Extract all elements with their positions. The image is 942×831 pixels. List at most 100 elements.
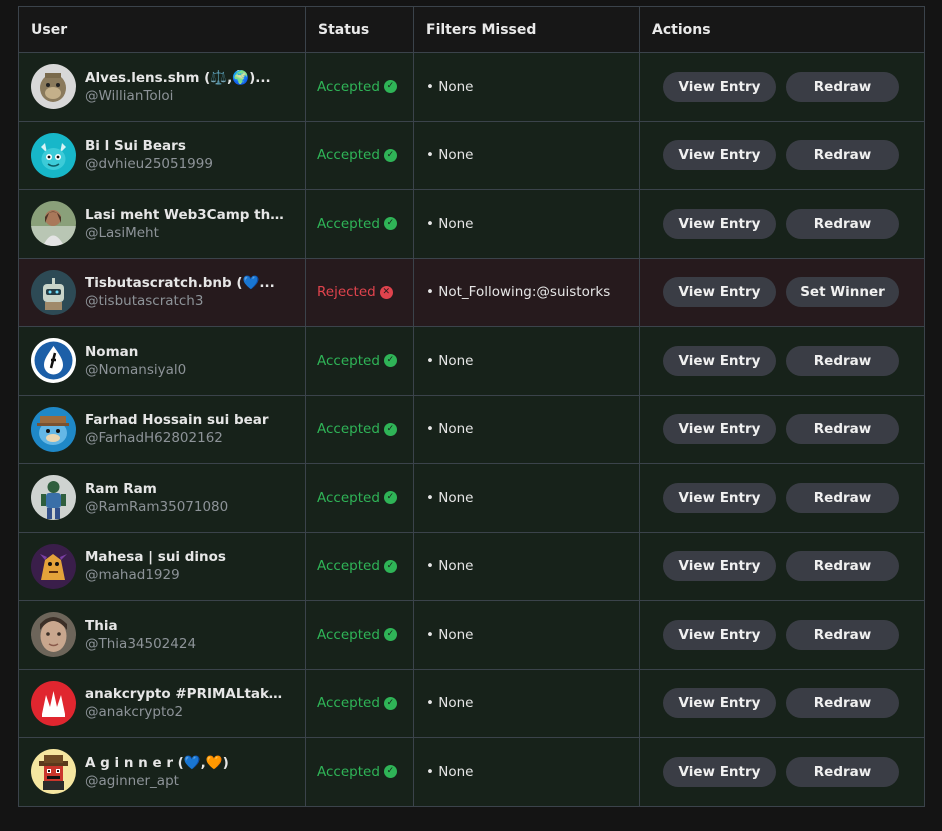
- purple-dino-avatar: [31, 544, 76, 589]
- view-entry-button[interactable]: View Entry: [663, 482, 776, 513]
- actions-cell: View Entry Redraw: [639, 737, 925, 807]
- view-entry-button[interactable]: View Entry: [663, 414, 776, 445]
- status-badge: Accepted ✓: [317, 764, 397, 780]
- status-cell: Accepted ✓: [305, 668, 414, 738]
- redraw-button[interactable]: Redraw: [786, 688, 899, 719]
- user-names: Ram Ram @RamRam35071080: [85, 480, 285, 516]
- redraw-button[interactable]: Redraw: [786, 482, 899, 513]
- check-circle-icon: ✓: [383, 148, 397, 162]
- status-badge: Accepted ✓: [317, 627, 397, 643]
- table-row: Lasi meht Web3Camp tha... @LasiMeht Acce…: [18, 189, 925, 259]
- redraw-button[interactable]: Redraw: [786, 619, 899, 650]
- user-handle: @dvhieu25051999: [85, 156, 213, 173]
- column-header-actions: Actions: [639, 6, 925, 53]
- filters-missed-cell: • None: [413, 326, 640, 396]
- photo-avatar: [31, 201, 76, 246]
- filters-missed-cell: • None: [413, 531, 640, 601]
- status-cell: Accepted ✓: [305, 600, 414, 670]
- user-cell: Lasi meht Web3Camp tha... @LasiMeht: [18, 189, 306, 259]
- view-entry-button[interactable]: View Entry: [663, 756, 776, 787]
- check-circle-icon: ✓: [383, 765, 397, 779]
- user-cell: A g i n n e r (💙,🧡) @aginner_apt: [18, 737, 306, 807]
- user-info: Farhad Hossain sui bear @FarhadH62802162: [31, 407, 305, 452]
- table-row: Bi l Sui Bears @dvhieu25051999 Accepted …: [18, 120, 925, 190]
- status-label: Accepted: [317, 421, 380, 438]
- status-label: Rejected: [317, 284, 376, 301]
- status-label: Accepted: [317, 626, 380, 643]
- red-logo-avatar: [31, 681, 76, 726]
- entries-table: User Status Filters Missed Actions Alves…: [18, 6, 925, 807]
- status-badge: Rejected ✕: [317, 284, 393, 300]
- status-cell: Accepted ✓: [305, 394, 414, 464]
- actions-cell: View Entry Redraw: [639, 463, 925, 533]
- view-entry-button[interactable]: View Entry: [663, 345, 776, 376]
- column-header-filters-missed: Filters Missed: [413, 6, 640, 53]
- blue-bear-avatar: [31, 407, 76, 452]
- status-badge: Accepted ✓: [317, 421, 397, 437]
- view-entry-button[interactable]: View Entry: [663, 208, 776, 239]
- user-names: Bi l Sui Bears @dvhieu25051999: [85, 137, 285, 173]
- filters-missed-cell: • None: [413, 463, 640, 533]
- face-avatar: [31, 612, 76, 657]
- user-cell: anakcrypto #PRIMALtake... @anakcrypto2: [18, 668, 306, 738]
- view-entry-button[interactable]: View Entry: [663, 277, 776, 308]
- status-cell: Accepted ✓: [305, 326, 414, 396]
- user-handle: @anakcrypto2: [85, 704, 184, 721]
- user-names: Alves.lens.shm (⚖️,🌍)... @WillianToloi: [85, 69, 285, 105]
- status-cell: Accepted ✓: [305, 737, 414, 807]
- filters-missed-cell: • None: [413, 189, 640, 259]
- check-circle-icon: ✓: [383, 354, 397, 368]
- table-row: Farhad Hossain sui bear @FarhadH62802162…: [18, 394, 925, 464]
- user-info: anakcrypto #PRIMALtake... @anakcrypto2: [31, 681, 305, 726]
- user-handle: @tisbutascratch3: [85, 293, 204, 310]
- set-winner-button[interactable]: Set Winner: [786, 277, 899, 308]
- table-row: Noman @Nomansiyal0 Accepted ✓ • None Vie…: [18, 326, 925, 396]
- actions-cell: View Entry Redraw: [639, 52, 925, 122]
- ape-avatar: [31, 64, 76, 109]
- view-entry-button[interactable]: View Entry: [663, 551, 776, 582]
- actions-cell: View Entry Redraw: [639, 668, 925, 738]
- user-display-name: Thia: [85, 617, 118, 634]
- column-header-user: User: [18, 6, 306, 53]
- status-badge: Accepted ✓: [317, 558, 397, 574]
- redraw-button[interactable]: Redraw: [786, 756, 899, 787]
- column-header-status: Status: [305, 6, 414, 53]
- view-entry-button[interactable]: View Entry: [663, 688, 776, 719]
- x-circle-icon: ✕: [379, 285, 393, 299]
- user-display-name: A g i n n e r (💙,🧡): [85, 754, 229, 771]
- user-handle: @mahad1929: [85, 567, 180, 584]
- user-names: Farhad Hossain sui bear @FarhadH62802162: [85, 411, 285, 447]
- redraw-button[interactable]: Redraw: [786, 345, 899, 376]
- check-circle-icon: ✓: [383, 491, 397, 505]
- redraw-button[interactable]: Redraw: [786, 71, 899, 102]
- view-entry-button[interactable]: View Entry: [663, 140, 776, 171]
- status-label: Accepted: [317, 352, 380, 369]
- status-label: Accepted: [317, 215, 380, 232]
- view-entry-button[interactable]: View Entry: [663, 71, 776, 102]
- filters-missed-cell: • None: [413, 668, 640, 738]
- actions-cell: View Entry Redraw: [639, 189, 925, 259]
- actions-cell: View Entry Set Winner: [639, 257, 925, 327]
- redraw-button[interactable]: Redraw: [786, 551, 899, 582]
- user-display-name: Alves.lens.shm (⚖️,🌍)...: [85, 69, 271, 86]
- filters-missed-cell: • None: [413, 600, 640, 670]
- user-names: A g i n n e r (💙,🧡) @aginner_apt: [85, 754, 285, 790]
- table-row: A g i n n e r (💙,🧡) @aginner_apt Accepte…: [18, 737, 925, 807]
- user-display-name: Lasi meht Web3Camp tha...: [85, 206, 285, 223]
- actions-cell: View Entry Redraw: [639, 600, 925, 670]
- table-row: Alves.lens.shm (⚖️,🌍)... @WillianToloi A…: [18, 52, 925, 122]
- user-names: Noman @Nomansiyal0: [85, 343, 285, 379]
- status-badge: Accepted ✓: [317, 216, 397, 232]
- status-label: Accepted: [317, 78, 380, 95]
- filters-missed-cell: • Not_Following:@suistorks: [413, 257, 640, 327]
- status-label: Accepted: [317, 695, 380, 712]
- table-row: Ram Ram @RamRam35071080 Accepted ✓ • Non…: [18, 463, 925, 533]
- check-circle-icon: ✓: [383, 422, 397, 436]
- view-entry-button[interactable]: View Entry: [663, 619, 776, 650]
- user-handle: @LasiMeht: [85, 224, 159, 241]
- redraw-button[interactable]: Redraw: [786, 414, 899, 445]
- redraw-button[interactable]: Redraw: [786, 140, 899, 171]
- user-cell: Bi l Sui Bears @dvhieu25051999: [18, 120, 306, 190]
- redraw-button[interactable]: Redraw: [786, 208, 899, 239]
- robot-avatar: [31, 270, 76, 315]
